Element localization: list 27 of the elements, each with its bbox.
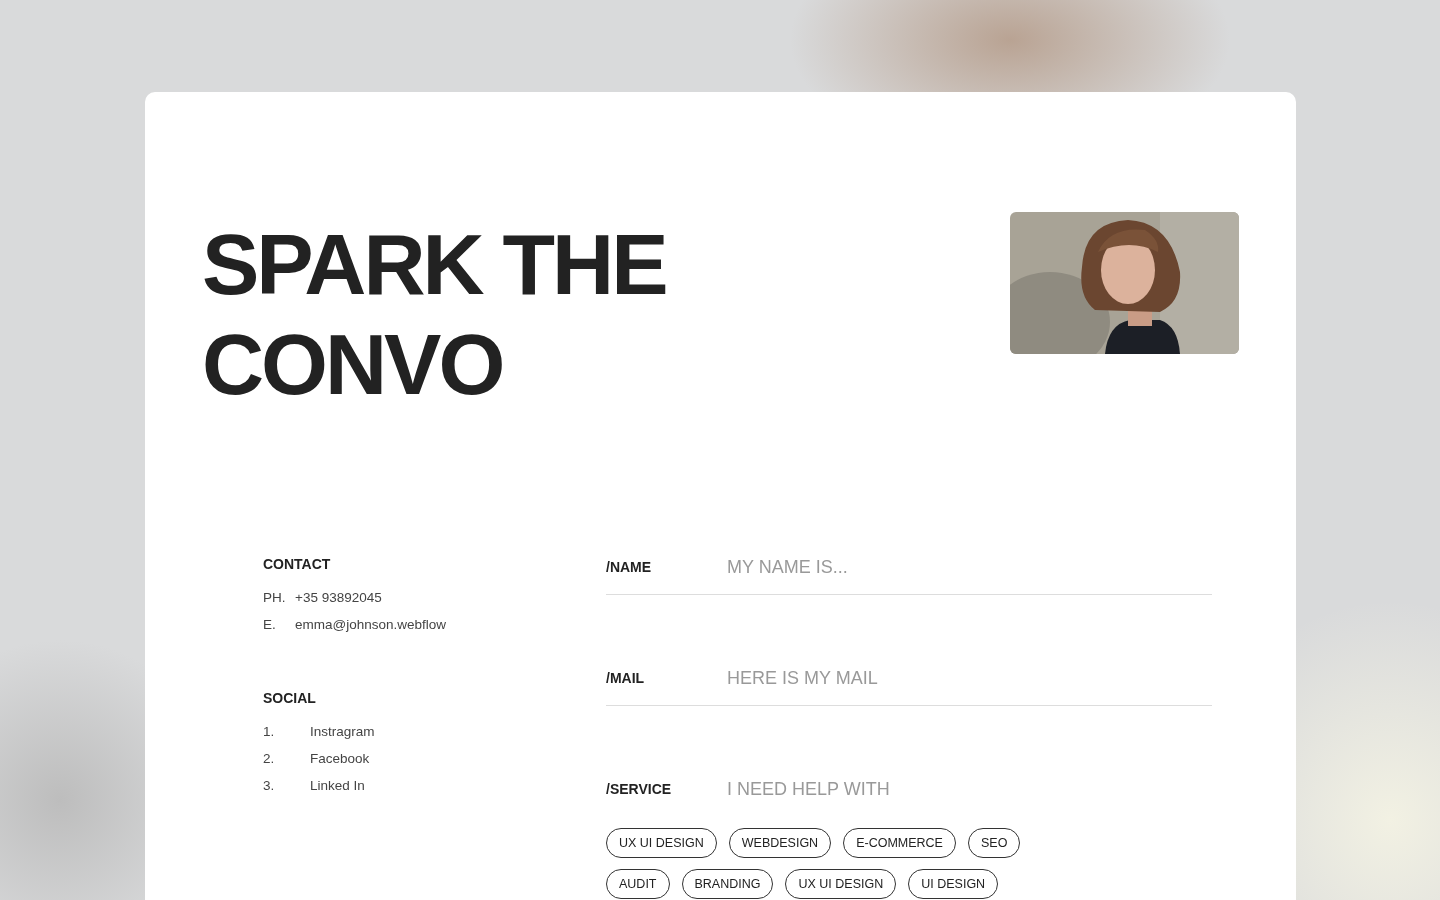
service-chip[interactable]: AUDIT xyxy=(606,869,670,899)
list-number: 3. xyxy=(263,777,276,795)
field-label: /MAIL xyxy=(606,669,646,688)
social-heading: SOCIAL xyxy=(263,690,317,706)
contact-value: emma@johnson.webflow xyxy=(295,616,447,634)
social-link[interactable]: Linked In xyxy=(310,772,365,799)
service-chip[interactable]: UI DESIGN xyxy=(908,869,999,899)
list-number: 2. xyxy=(263,750,276,768)
page-heading: SPARK THE CONVO xyxy=(202,215,666,414)
contact-label: E. xyxy=(263,616,277,634)
input-field[interactable]: I NEED HELP WITH xyxy=(727,778,1212,800)
social-link[interactable]: Facebook xyxy=(310,745,370,772)
service-chip[interactable]: UX UI DESIGN xyxy=(785,869,897,899)
service-chip[interactable]: BRANDING xyxy=(681,869,774,899)
list-number: 1. xyxy=(263,723,276,741)
input-field[interactable]: MY NAME IS... xyxy=(727,556,1212,578)
service-chip[interactable]: SEO xyxy=(967,828,1021,858)
input-field[interactable]: HERE IS MY MAIL xyxy=(727,667,1212,689)
contact-value: +35 93892045 xyxy=(295,589,382,607)
social-link[interactable]: Instragram xyxy=(310,718,375,745)
service-chip[interactable]: E-COMMERCE xyxy=(843,828,956,858)
contact-heading: CONTACT xyxy=(263,556,332,572)
service-chip[interactable]: WEBDESIGN xyxy=(728,828,832,858)
service-chip[interactable]: UX UI DESIGN xyxy=(606,828,717,858)
contact-label: PH. xyxy=(263,589,287,607)
field-label: /NAME xyxy=(606,558,653,577)
field-label: /SERVICE xyxy=(606,780,673,799)
